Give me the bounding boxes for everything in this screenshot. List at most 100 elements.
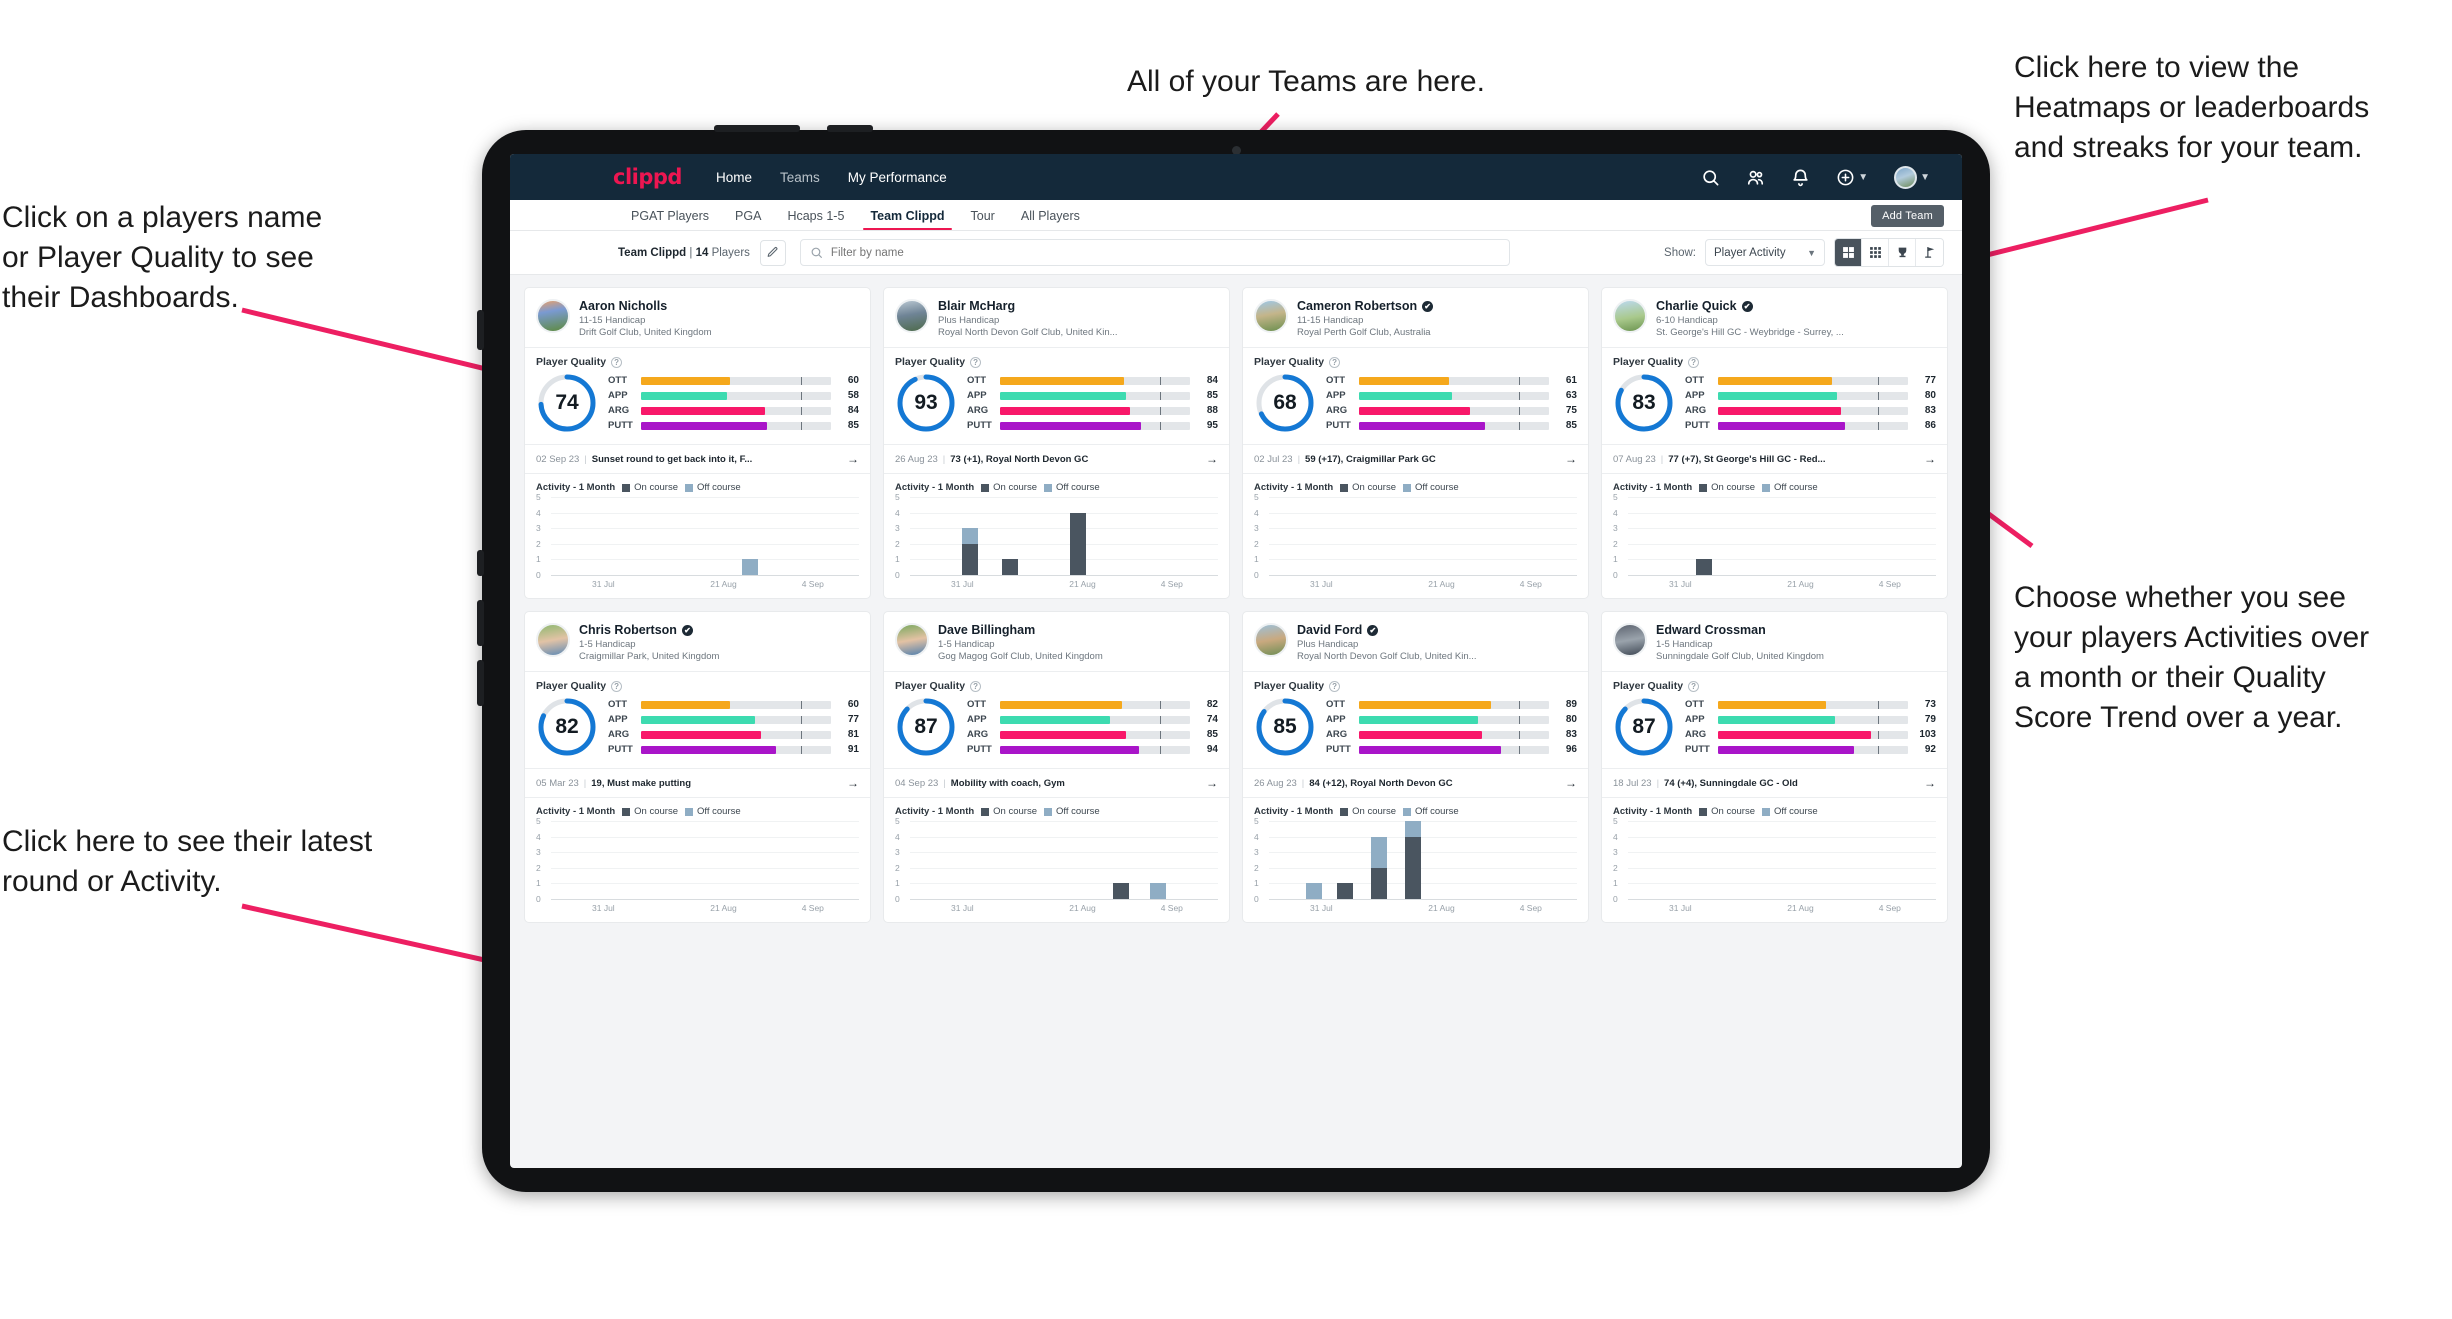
player-name[interactable]: Chris Robertson ✔ <box>579 623 719 637</box>
arrow-right-icon[interactable]: → <box>847 776 859 790</box>
player-card-header[interactable]: Edward Crossman 1-5 Handicap Sunningdale G… <box>1602 612 1947 671</box>
trophy-view-button[interactable] <box>1889 239 1916 266</box>
player-avatar[interactable] <box>1613 623 1647 657</box>
player-card-header[interactable]: Cameron Robertson ✔ 11-15 Handicap Royal Pe… <box>1243 288 1588 347</box>
quality-score-ring[interactable]: 93 <box>895 372 957 434</box>
avatar[interactable] <box>1894 165 1918 189</box>
player-avatar[interactable] <box>895 299 929 333</box>
player-card-header[interactable]: Chris Robertson ✔ 1-5 Handicap Craigmillar … <box>525 612 870 671</box>
player-quality-header[interactable]: Player Quality? <box>1602 672 1947 694</box>
grid-view-button[interactable] <box>1835 239 1862 266</box>
dense-grid-view-button[interactable] <box>1862 239 1889 266</box>
player-name[interactable]: Cameron Robertson ✔ <box>1297 299 1434 313</box>
player-quality-header[interactable]: Player Quality? <box>525 348 870 370</box>
player-quality-header[interactable]: Player Quality? <box>1243 672 1588 694</box>
latest-round-row[interactable]: 04 Sep 23 | Mobility with coach, Gym → <box>884 768 1229 798</box>
flag-view-button[interactable] <box>1916 239 1943 266</box>
search-box[interactable] <box>799 239 1510 266</box>
player-quality-header[interactable]: Player Quality? <box>884 348 1229 370</box>
player-card[interactable]: Dave Billingham 1-5 Handicap Gog Magog Gol… <box>883 611 1230 923</box>
latest-round-row[interactable]: 02 Sep 23 | Sunset round to get back into … <box>525 444 870 474</box>
help-icon[interactable]: ? <box>1688 680 1700 692</box>
player-quality-header[interactable]: Player Quality? <box>1602 348 1947 370</box>
arrow-right-icon[interactable]: → <box>1565 452 1577 466</box>
help-icon[interactable]: ? <box>611 680 623 692</box>
player-card[interactable]: Aaron Nicholls 11-15 Handicap Drift Golf C… <box>524 287 871 599</box>
help-icon[interactable]: ? <box>970 680 982 692</box>
player-avatar[interactable] <box>1254 623 1288 657</box>
quality-score-ring[interactable]: 83 <box>1613 372 1675 434</box>
arrow-right-icon[interactable]: → <box>1924 776 1936 790</box>
latest-round-row[interactable]: 05 Mar 23 | 19, Must make putting → <box>525 768 870 798</box>
player-avatar[interactable] <box>536 623 570 657</box>
player-card-header[interactable]: Blair McHarg Plus Handicap Royal North Dev… <box>884 288 1229 347</box>
arrow-right-icon[interactable]: → <box>1565 776 1577 790</box>
search-input[interactable] <box>830 246 1500 259</box>
player-quality-header[interactable]: Player Quality? <box>884 672 1229 694</box>
player-card[interactable]: Cameron Robertson ✔ 11-15 Handicap Royal Pe… <box>1242 287 1589 599</box>
latest-round-row[interactable]: 26 Aug 23 | 73 (+1), Royal North Devon GC → <box>884 444 1229 474</box>
people-icon[interactable] <box>1746 168 1765 187</box>
help-icon[interactable]: ? <box>611 356 623 368</box>
tab-tour[interactable]: Tour <box>958 209 1008 230</box>
player-card[interactable]: David Ford ✔ Plus Handicap Royal North Devo… <box>1242 611 1589 923</box>
player-name[interactable]: Charlie Quick ✔ <box>1656 299 1844 313</box>
search-icon[interactable] <box>1701 168 1720 187</box>
create-menu[interactable]: ▼ <box>1836 168 1868 187</box>
player-name[interactable]: Dave Billingham <box>938 623 1103 637</box>
player-card[interactable]: Blair McHarg Plus Handicap Royal North Dev… <box>883 287 1230 599</box>
player-name[interactable]: Blair McHarg <box>938 299 1118 313</box>
help-icon[interactable]: ? <box>1688 356 1700 368</box>
player-card-header[interactable]: David Ford ✔ Plus Handicap Royal North Devo… <box>1243 612 1588 671</box>
arrow-right-icon[interactable]: → <box>1206 452 1218 466</box>
nav-link-teams[interactable]: Teams <box>780 170 820 185</box>
edit-team-button[interactable] <box>759 239 786 266</box>
legend-label: Off course <box>1774 806 1818 817</box>
player-name[interactable]: Edward Crossman <box>1656 623 1824 637</box>
tab-all-players[interactable]: All Players <box>1008 209 1093 230</box>
tab-pga[interactable]: PGA <box>722 209 774 230</box>
help-icon[interactable]: ? <box>970 356 982 368</box>
player-avatar[interactable] <box>1254 299 1288 333</box>
quality-score-ring[interactable]: 74 <box>536 372 598 434</box>
arrow-right-icon[interactable]: → <box>847 452 859 466</box>
player-card[interactable]: Edward Crossman 1-5 Handicap Sunningdale G… <box>1601 611 1948 923</box>
clippd-logo[interactable]: clippd <box>613 165 682 189</box>
quality-score-ring[interactable]: 68 <box>1254 372 1316 434</box>
nav-link-home[interactable]: Home <box>716 170 752 185</box>
quality-score-ring[interactable]: 87 <box>895 696 957 758</box>
tab-pgat-players[interactable]: PGAT Players <box>618 209 722 230</box>
arrow-right-icon[interactable]: → <box>1924 452 1936 466</box>
player-card[interactable]: Charlie Quick ✔ 6-10 Handicap St. George's … <box>1601 287 1948 599</box>
latest-round-row[interactable]: 07 Aug 23 | 77 (+7), St George's Hill GC -… <box>1602 444 1947 474</box>
player-name[interactable]: David Ford ✔ <box>1297 623 1477 637</box>
quality-score-ring[interactable]: 85 <box>1254 696 1316 758</box>
user-menu[interactable]: ▼ <box>1894 165 1930 189</box>
player-avatar[interactable] <box>895 623 929 657</box>
player-card[interactable]: Chris Robertson ✔ 1-5 Handicap Craigmillar … <box>524 611 871 923</box>
plus-circle-icon[interactable] <box>1836 168 1855 187</box>
activity-chart: 5 4 3 2 1 0 31 Jul 21 Aug 4 Sep <box>895 816 1218 913</box>
player-card-header[interactable]: Aaron Nicholls 11-15 Handicap Drift Golf C… <box>525 288 870 347</box>
help-icon[interactable]: ? <box>1329 680 1341 692</box>
add-team-button[interactable]: Add Team <box>1871 205 1944 227</box>
tab-team-clippd[interactable]: Team Clippd <box>857 209 957 230</box>
latest-round-row[interactable]: 02 Jul 23 | 59 (+17), Craigmillar Park GC → <box>1243 444 1588 474</box>
quality-score-ring[interactable]: 87 <box>1613 696 1675 758</box>
nav-link-my-performance[interactable]: My Performance <box>848 170 947 185</box>
player-name[interactable]: Aaron Nicholls <box>579 299 712 313</box>
latest-round-row[interactable]: 18 Jul 23 | 74 (+4), Sunningdale GC - Old → <box>1602 768 1947 798</box>
player-quality-header[interactable]: Player Quality? <box>1243 348 1588 370</box>
player-card-header[interactable]: Charlie Quick ✔ 6-10 Handicap St. George's … <box>1602 288 1947 347</box>
tab-hcaps-1-5[interactable]: Hcaps 1-5 <box>774 209 857 230</box>
player-card-header[interactable]: Dave Billingham 1-5 Handicap Gog Magog Gol… <box>884 612 1229 671</box>
arrow-right-icon[interactable]: → <box>1206 776 1218 790</box>
bell-icon[interactable] <box>1791 168 1810 187</box>
quality-score-ring[interactable]: 82 <box>536 696 598 758</box>
player-avatar[interactable] <box>536 299 570 333</box>
player-avatar[interactable] <box>1613 299 1647 333</box>
help-icon[interactable]: ? <box>1329 356 1341 368</box>
player-quality-header[interactable]: Player Quality? <box>525 672 870 694</box>
latest-round-row[interactable]: 26 Aug 23 | 84 (+12), Royal North Devon GC… <box>1243 768 1588 798</box>
show-select[interactable]: Player Activity ▼ <box>1705 239 1825 266</box>
